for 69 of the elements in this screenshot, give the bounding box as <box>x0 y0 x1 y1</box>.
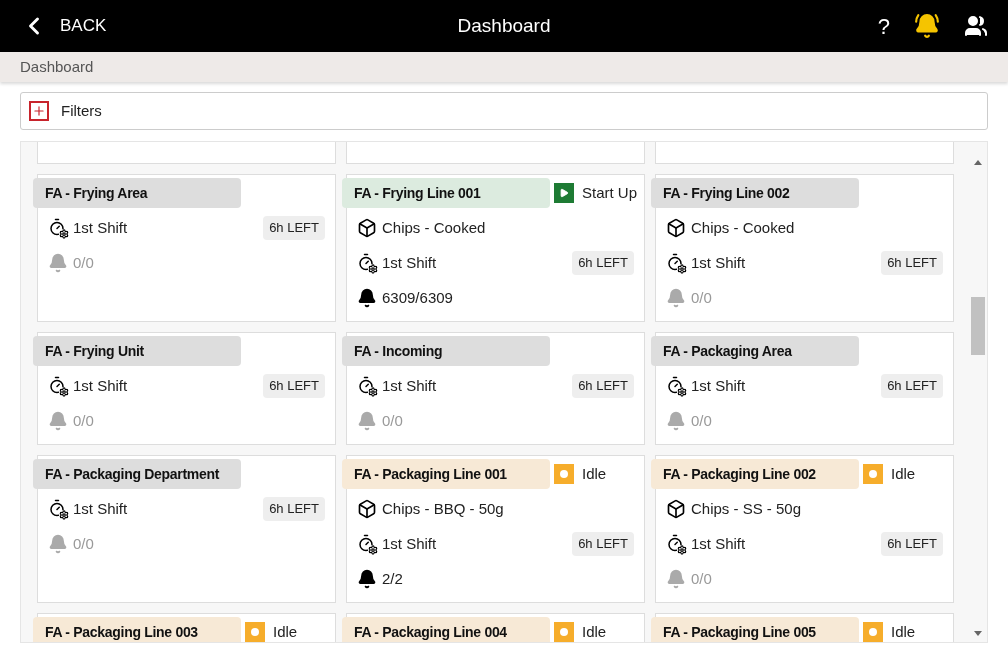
shift-name: 1st Shift <box>382 533 437 554</box>
card-title: FA - Incoming <box>342 336 550 366</box>
alarm-count: 0/0 <box>73 533 94 554</box>
box-icon <box>666 218 686 238</box>
alarm-count: 0/0 <box>691 287 712 308</box>
time-left: 6h LEFT <box>263 374 325 398</box>
filters-toggle[interactable]: Filters <box>20 92 988 130</box>
alarm-count: 0/0 <box>382 410 403 431</box>
users-icon[interactable] <box>964 14 988 38</box>
timer-gear-icon <box>48 499 68 519</box>
timer-gear-icon <box>48 218 68 238</box>
time-left: 6h LEFT <box>263 216 325 240</box>
status-label: Idle <box>891 621 916 642</box>
time-left: 6h LEFT <box>263 497 325 521</box>
timer-gear-icon <box>357 376 377 396</box>
card-title: FA - Frying Line 002 <box>651 178 859 208</box>
card-title: FA - Packaging Line 001 <box>342 459 550 489</box>
time-left: 6h LEFT <box>881 374 943 398</box>
card-title: FA - Packaging Line 004 <box>342 617 550 642</box>
alarm-count: 6309/6309 <box>382 287 453 308</box>
page-title: Dashboard <box>457 13 551 38</box>
alarm-count: 0/0 <box>691 568 712 589</box>
card-title: FA - Frying Unit <box>33 336 241 366</box>
timer-gear-icon <box>666 534 686 554</box>
card-title: FA - Packaging Line 002 <box>651 459 859 489</box>
status-label: Idle <box>891 463 916 484</box>
card-title: FA - Frying Line 001 <box>342 178 550 208</box>
timer-gear-icon <box>48 376 68 396</box>
status-label: Start Up <box>582 182 638 203</box>
box-icon <box>666 499 686 519</box>
timer-gear-icon <box>357 534 377 554</box>
shift-name: 1st Shift <box>73 498 128 519</box>
status-label: Idle <box>273 621 298 642</box>
timer-gear-icon <box>666 376 686 396</box>
help-button[interactable]: ? <box>877 9 890 43</box>
shift-name: 1st Shift <box>73 375 128 396</box>
card-title: FA - Packaging Line 005 <box>651 617 859 642</box>
shift-name: 1st Shift <box>691 252 746 273</box>
shift-name: 1st Shift <box>691 375 746 396</box>
product-name: Chips - BBQ - 50g <box>382 498 504 519</box>
timer-gear-icon <box>666 253 686 273</box>
card-title: FA - Frying Area <box>33 178 241 208</box>
time-left: 6h LEFT <box>881 532 943 556</box>
alarm-count: 0/0 <box>691 410 712 431</box>
status-label: Idle <box>582 463 607 484</box>
time-left: 6h LEFT <box>572 374 634 398</box>
time-left: 6h LEFT <box>572 532 634 556</box>
alarm-bell-icon[interactable] <box>914 13 940 39</box>
shift-name: 1st Shift <box>73 217 128 238</box>
time-left: 6h LEFT <box>881 251 943 275</box>
shift-name: 1st Shift <box>382 252 437 273</box>
box-icon <box>357 499 377 519</box>
product-name: Chips - SS - 50g <box>691 498 802 519</box>
timer-gear-icon <box>357 253 377 273</box>
back-button[interactable]: BACK <box>20 12 107 40</box>
shift-name: 1st Shift <box>382 375 437 396</box>
card-title: FA - Packaging Area <box>651 336 859 366</box>
shift-name: 1st Shift <box>691 533 746 554</box>
box-icon <box>357 218 377 238</box>
status-label: Idle <box>582 621 607 642</box>
time-left: 6h LEFT <box>572 251 634 275</box>
alarm-count: 0/0 <box>73 410 94 431</box>
product-name: Chips - Cooked <box>382 217 486 238</box>
product-name: Chips - Cooked <box>691 217 795 238</box>
card-title: FA - Packaging Line 003 <box>33 617 241 642</box>
alarm-count: 0/0 <box>73 252 94 273</box>
breadcrumb[interactable]: Dashboard <box>20 55 94 79</box>
card-title: FA - Packaging Department <box>33 459 241 489</box>
alarm-count: 2/2 <box>382 568 403 589</box>
